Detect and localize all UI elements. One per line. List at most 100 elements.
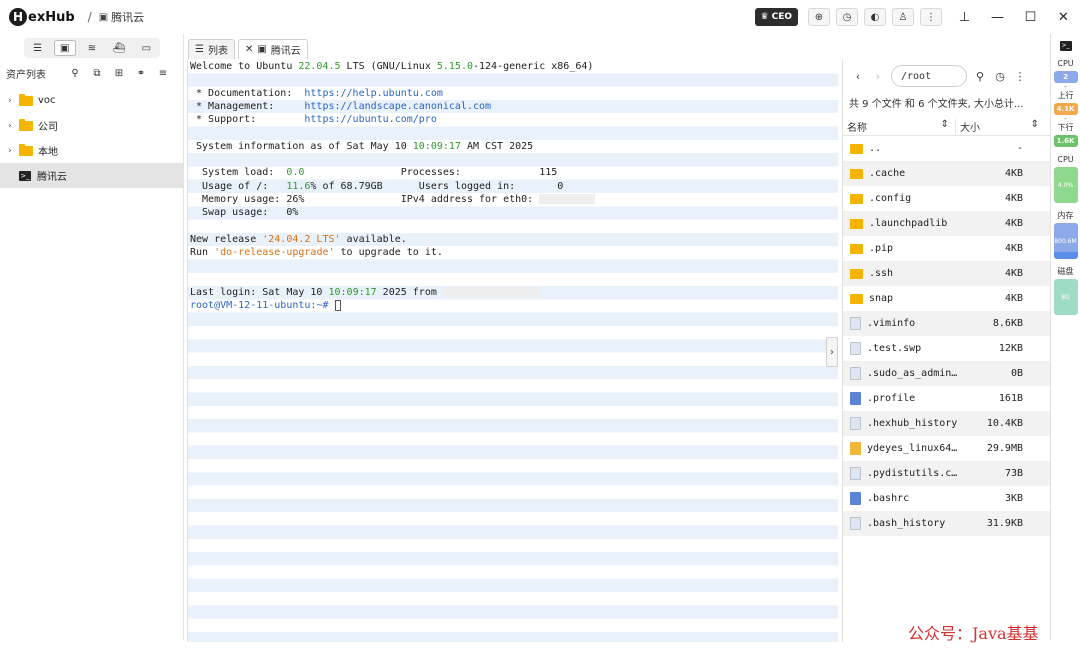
pin-icon[interactable]: ⊥ [948, 0, 981, 34]
terminal-view-icon[interactable]: ▣ [53, 40, 76, 56]
file-row[interactable]: ydeyes_linux64… 29.9MB [843, 436, 1050, 461]
terminal-prompt-line: root@VM-12-11-ubuntu:~# [188, 299, 838, 312]
tree-item-tencent-cloud[interactable]: >_ 腾讯云 [0, 163, 183, 188]
minimize-icon[interactable]: — [981, 0, 1014, 34]
file-name: snap [869, 293, 894, 304]
history-icon[interactable]: ◷ [836, 8, 858, 26]
file-row[interactable]: .pip 4KB [843, 236, 1050, 261]
terminal-icon: >_ [19, 170, 31, 181]
forward-icon[interactable]: › [871, 70, 885, 83]
file-row[interactable]: .cache 4KB [843, 161, 1050, 186]
file-row[interactable]: .launchpadlib 4KB [843, 211, 1050, 236]
file-size: 31.9KB [986, 518, 1023, 529]
support-link[interactable]: https://ubuntu.com/pro [304, 114, 436, 125]
terminal-line: Last login: Sat May 10 10:09:17 2025 fro… [188, 286, 838, 299]
file-name: .pip [869, 243, 894, 254]
file-row[interactable]: .config 4KB [843, 186, 1050, 211]
file-size: 4KB [1004, 243, 1023, 254]
sidebar-mode-tabs: ☰ ▣ ≋ ⛴ ▭ [24, 38, 160, 58]
file-row[interactable]: .hexhub_history 10.4KB [843, 411, 1050, 436]
terminal-output[interactable]: Welcome to Ubuntu 22.04.5 LTS (GNU/Linux… [187, 60, 838, 642]
chevron-right-icon[interactable]: › [826, 337, 838, 367]
chevron-right-icon: › [8, 95, 12, 106]
file-summary: 共 9 个文件 和 6 个文件夹, 大小总计... [849, 99, 1024, 110]
file-row[interactable]: .. - [843, 136, 1050, 161]
shell-prompt: root@VM-12-11-ubuntu:~# [190, 300, 335, 312]
trophy-icon: ♛ [760, 12, 769, 22]
search-icon[interactable]: ⚲ [68, 68, 82, 79]
file-row[interactable]: .viminfo 8.6KB [843, 311, 1050, 336]
file-row[interactable]: .ssh 4KB [843, 261, 1050, 286]
add-folder-icon[interactable]: ⊞ [112, 68, 126, 79]
remote-desktop-icon[interactable]: ▭ [135, 40, 157, 56]
terminal-line: Memory usage: 26% IPv4 address for eth0: [188, 193, 838, 206]
redacted-ip [539, 193, 596, 204]
file-size: 10.4KB [986, 418, 1023, 429]
theme-toggle-icon[interactable]: ◐ [864, 8, 886, 26]
folder-icon [19, 118, 33, 131]
divider-dash: - [1064, 114, 1067, 123]
folder-icon [850, 143, 863, 154]
file-size: 4KB [1004, 168, 1023, 179]
link-icon[interactable]: ⚭ [134, 68, 148, 79]
back-icon[interactable]: ‹ [851, 70, 865, 83]
docker-icon[interactable]: ⛴ [108, 40, 130, 56]
terminal-cursor [334, 299, 341, 311]
tab-label: 腾讯云 [270, 46, 301, 57]
path-input[interactable] [891, 65, 967, 87]
maximize-icon[interactable]: ☐ [1014, 0, 1047, 34]
folder-icon [19, 93, 33, 106]
file-icon [850, 342, 861, 355]
file-row[interactable]: .test.swp 12KB [843, 336, 1050, 361]
terminal-icon[interactable]: >_ [1059, 41, 1072, 51]
file-size: 8.6KB [992, 318, 1023, 329]
collapse-all-icon[interactable]: ≡ [156, 68, 170, 79]
search-icon[interactable]: ⚲ [973, 70, 987, 83]
tab-list[interactable]: ☰ 列表 [188, 39, 235, 59]
session-tabs: ☰ 列表 ✕ ▣ 腾讯云 [188, 39, 308, 59]
add-tab-icon[interactable]: ⊕ [808, 8, 830, 26]
tree-item-local[interactable]: › 本地 [0, 138, 183, 163]
file-row[interactable]: .bash_history 31.9KB [843, 511, 1050, 536]
database-icon[interactable]: ≋ [81, 40, 103, 56]
tree-item-company[interactable]: › 公司 [0, 113, 183, 138]
file-size: 4KB [1004, 268, 1023, 279]
column-size[interactable]: 大小 ⇕ [955, 119, 1045, 134]
sort-icon: ⇕ [1030, 119, 1039, 130]
file-size: 73B [1004, 468, 1023, 479]
tree-item-voc[interactable]: › voc [0, 88, 183, 113]
terminal-line: * Documentation: https://help.ubuntu.com [190, 87, 443, 99]
more-vert-icon[interactable]: ⋮ [1013, 70, 1027, 83]
file-row[interactable]: .pydistutils.c… 73B [843, 461, 1050, 486]
copy-icon[interactable]: ⧉ [90, 68, 104, 79]
file-size: 4KB [1004, 293, 1023, 304]
file-row[interactable]: .bashrc 3KB [843, 486, 1050, 511]
doc-link[interactable]: https://help.ubuntu.com [304, 88, 442, 99]
history-icon[interactable]: ◷ [993, 70, 1007, 83]
folder-icon [850, 293, 863, 304]
logo-icon: H [9, 8, 27, 26]
close-icon[interactable]: ✕ [1047, 0, 1080, 34]
tab-tencent-cloud[interactable]: ✕ ▣ 腾讯云 [237, 39, 308, 59]
folder-icon [850, 168, 863, 179]
file-icon [850, 442, 861, 455]
file-row[interactable]: .profile 161B [843, 386, 1050, 411]
file-size: 29.9MB [986, 443, 1023, 454]
logo-text: exHub [28, 9, 75, 25]
terminal-line: Swap usage: 0% [190, 207, 299, 219]
file-row[interactable]: .sudo_as_admin… 0B [843, 361, 1050, 386]
mgmt-link[interactable]: https://landscape.canonical.com [304, 101, 491, 112]
file-row[interactable]: snap 4KB [843, 286, 1050, 311]
file-table-header: 名称 ⇕ 大小 ⇕ [843, 118, 1050, 136]
column-name[interactable]: 名称 ⇕ [843, 119, 955, 134]
list-view-icon[interactable]: ☰ [27, 40, 49, 56]
more-vert-icon[interactable]: ⋮ [920, 8, 942, 26]
cpu-usage-label: CPU [1057, 155, 1074, 164]
ceo-button[interactable]: ♛ CEO [754, 8, 798, 26]
file-toolbar: ‹ › ⚲ ◷ ⋮ [843, 60, 1050, 92]
user-icon[interactable]: ♙ [892, 8, 914, 26]
close-tab-icon[interactable]: ✕ [245, 44, 253, 55]
